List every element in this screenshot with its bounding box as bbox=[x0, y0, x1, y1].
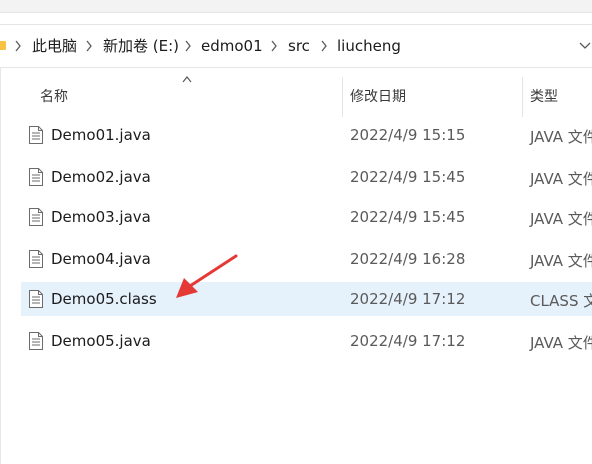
column-header-type[interactable]: 类型 bbox=[530, 86, 558, 106]
document-icon bbox=[29, 126, 43, 144]
file-row[interactable]: Demo02.java 2022/4/9 15:45 JAVA 文件 bbox=[21, 160, 592, 194]
chevron-right-icon[interactable] bbox=[319, 39, 329, 53]
document-icon bbox=[29, 332, 43, 350]
file-modified-date: 2022/4/9 15:45 bbox=[350, 168, 466, 186]
file-modified-date: 2022/4/9 15:15 bbox=[350, 126, 466, 144]
file-type: JAVA 文件 bbox=[530, 210, 592, 228]
file-row[interactable]: Demo01.java 2022/4/9 15:15 JAVA 文件 bbox=[21, 118, 592, 152]
address-bar[interactable]: 此电脑 新加卷 (E:) edmo01 src liucheng bbox=[0, 24, 592, 68]
file-type: JAVA 文件 bbox=[530, 128, 592, 146]
column-header-row: 名称 修改日期 类型 bbox=[0, 67, 592, 117]
chevron-right-icon[interactable] bbox=[269, 39, 279, 53]
chevron-right-icon[interactable] bbox=[13, 39, 23, 53]
document-icon bbox=[29, 290, 43, 308]
file-type: JAVA 文件 bbox=[530, 252, 592, 270]
file-modified-date: 2022/4/9 17:12 bbox=[350, 290, 466, 308]
file-type: CLASS 文件 bbox=[530, 292, 592, 310]
file-row[interactable]: Demo03.java 2022/4/9 15:45 JAVA 文件 bbox=[21, 200, 592, 234]
file-name: Demo04.java bbox=[51, 250, 151, 268]
breadcrumb-item-drive[interactable]: 新加卷 (E:) bbox=[103, 37, 179, 55]
chevron-right-icon[interactable] bbox=[84, 39, 94, 53]
column-divider[interactable] bbox=[522, 77, 523, 117]
file-name: Demo05.java bbox=[51, 332, 151, 350]
annotation-arrow-icon bbox=[176, 254, 238, 298]
folder-icon bbox=[0, 41, 6, 50]
sort-up-icon bbox=[182, 76, 192, 83]
column-header-modified[interactable]: 修改日期 bbox=[350, 86, 406, 106]
column-header-name[interactable]: 名称 bbox=[40, 86, 68, 106]
breadcrumb-item-this-pc[interactable]: 此电脑 bbox=[32, 37, 77, 55]
window-top-strip bbox=[0, 0, 592, 13]
file-name: Demo03.java bbox=[51, 208, 151, 226]
breadcrumb-item-edmo01[interactable]: edmo01 bbox=[201, 37, 263, 55]
file-modified-date: 2022/4/9 17:12 bbox=[350, 332, 466, 350]
breadcrumb-item-liucheng[interactable]: liucheng bbox=[337, 37, 401, 55]
pane-divider bbox=[0, 67, 1, 464]
file-row[interactable]: Demo04.java 2022/4/9 16:28 JAVA 文件 bbox=[21, 242, 592, 276]
breadcrumb-item-src[interactable]: src bbox=[288, 37, 310, 55]
file-row[interactable]: Demo05.java 2022/4/9 17:12 JAVA 文件 bbox=[21, 324, 592, 358]
file-name: Demo05.class bbox=[51, 290, 157, 308]
document-icon bbox=[29, 208, 43, 226]
file-type: JAVA 文件 bbox=[530, 170, 592, 188]
file-type: JAVA 文件 bbox=[530, 334, 592, 352]
chevron-right-icon[interactable] bbox=[183, 39, 193, 53]
chevron-down-icon[interactable] bbox=[578, 40, 592, 52]
file-row-selected[interactable]: Demo05.class 2022/4/9 17:12 CLASS 文件 bbox=[21, 282, 592, 316]
document-icon bbox=[29, 168, 43, 186]
file-modified-date: 2022/4/9 15:45 bbox=[350, 208, 466, 226]
file-name: Demo02.java bbox=[51, 168, 151, 186]
document-icon bbox=[29, 250, 43, 268]
file-modified-date: 2022/4/9 16:28 bbox=[350, 250, 466, 268]
file-name: Demo01.java bbox=[51, 126, 151, 144]
column-divider[interactable] bbox=[342, 77, 343, 117]
